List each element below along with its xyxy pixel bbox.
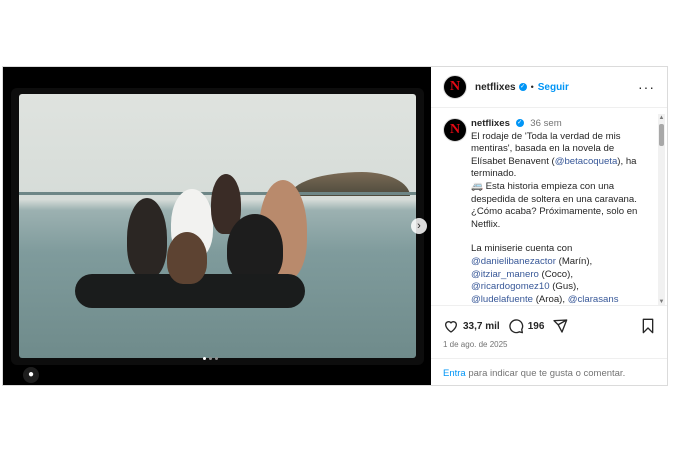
carousel-dot [203, 357, 206, 360]
cast-role: (Aroa), [535, 293, 566, 304]
login-prompt-text: para indicar que te gusta o comentar. [468, 368, 626, 379]
cast-role: (Coco), [541, 268, 573, 280]
scroll-up-icon[interactable]: ▲ [658, 114, 665, 122]
post-header: N netflixes ✓ • Seguir ··· [431, 67, 667, 108]
carousel-dot [215, 357, 218, 360]
scroll-thumb[interactable] [659, 124, 664, 146]
likes-count[interactable]: 33,7 mil [463, 321, 500, 332]
mention-link[interactable]: @itziar_manero [471, 269, 539, 280]
post-media[interactable]: ● › [3, 67, 431, 385]
post-time[interactable]: 36 sem [530, 118, 561, 129]
caption-cast-intro: La miniserie cuenta con [471, 243, 573, 255]
more-options-icon[interactable]: ··· [638, 79, 655, 95]
login-link[interactable]: Entra [443, 368, 466, 379]
post-photo [19, 94, 416, 358]
post-sidebar: N netflixes ✓ • Seguir ··· N netflixes ✓… [431, 67, 667, 385]
share-icon[interactable] [552, 318, 568, 334]
mention-link[interactable]: @betacoqueta [555, 156, 618, 167]
mention-link[interactable]: @danielibanezactor [471, 256, 556, 267]
carousel-dot [209, 357, 212, 360]
cast-line: @itziar_manero (Coco), [471, 269, 651, 282]
person-shape [127, 198, 167, 278]
caption-scrollbar[interactable]: ▲ ▼ [658, 114, 665, 306]
chevron-right-icon[interactable]: › [411, 218, 427, 234]
verified-icon: ✓ [518, 83, 527, 91]
caption-text: El rodaje de 'Toda la verdad de mis ment… [471, 131, 651, 181]
mention-link[interactable]: @clarasans [568, 294, 619, 304]
avatar[interactable]: N [443, 75, 467, 99]
bookmark-icon[interactable] [641, 318, 655, 334]
carousel-dots [203, 357, 218, 360]
person-shape [167, 232, 207, 284]
cast-role: (Marín), [558, 255, 593, 267]
caption-area: N netflixes ✓ 36 sem El rodaje de 'Toda … [431, 108, 667, 304]
verified-icon: ✓ [515, 119, 524, 128]
header-username[interactable]: netflixes [475, 82, 516, 93]
comment-login-prompt: Entra para indicar que te gusta o coment… [431, 358, 667, 386]
mention-link[interactable]: @ludelafuente [471, 294, 533, 304]
follow-button[interactable]: Seguir [538, 82, 569, 93]
caption-text: 🚐 Esta historia empieza con una despedid… [471, 180, 638, 230]
post-date[interactable]: 1 de ago. de 2025 [443, 340, 508, 349]
user-tag-icon[interactable]: ● [23, 367, 39, 383]
avatar[interactable]: N [443, 118, 467, 142]
separator-dot: • [530, 82, 534, 92]
film-frame: ● [11, 88, 424, 383]
action-row: 33,7 mil 196 [443, 318, 568, 334]
comments-count[interactable]: 196 [528, 321, 545, 332]
cast-line: @ricardogomez10 (Gus), [471, 281, 651, 294]
instagram-post: ● › N netflixes ✓ • Seguir ··· N netflix… [2, 66, 668, 386]
caption-username[interactable]: netflixes [471, 118, 510, 129]
post-actions: 33,7 mil 196 1 de ago. de 2025 Entra par… [431, 305, 667, 386]
mention-link[interactable]: @ricardogomez10 [471, 281, 550, 292]
caption: netflixes ✓ 36 sem El rodaje de 'Toda la… [471, 118, 651, 304]
cast-role: (Gus), [552, 281, 579, 293]
cast-line: @danielibanezactor (Marín), [471, 256, 651, 269]
heart-icon[interactable] [443, 318, 459, 334]
comment-icon[interactable] [508, 318, 524, 334]
cast-line: @ludelafuente (Aroa), @clarasans [471, 294, 651, 304]
